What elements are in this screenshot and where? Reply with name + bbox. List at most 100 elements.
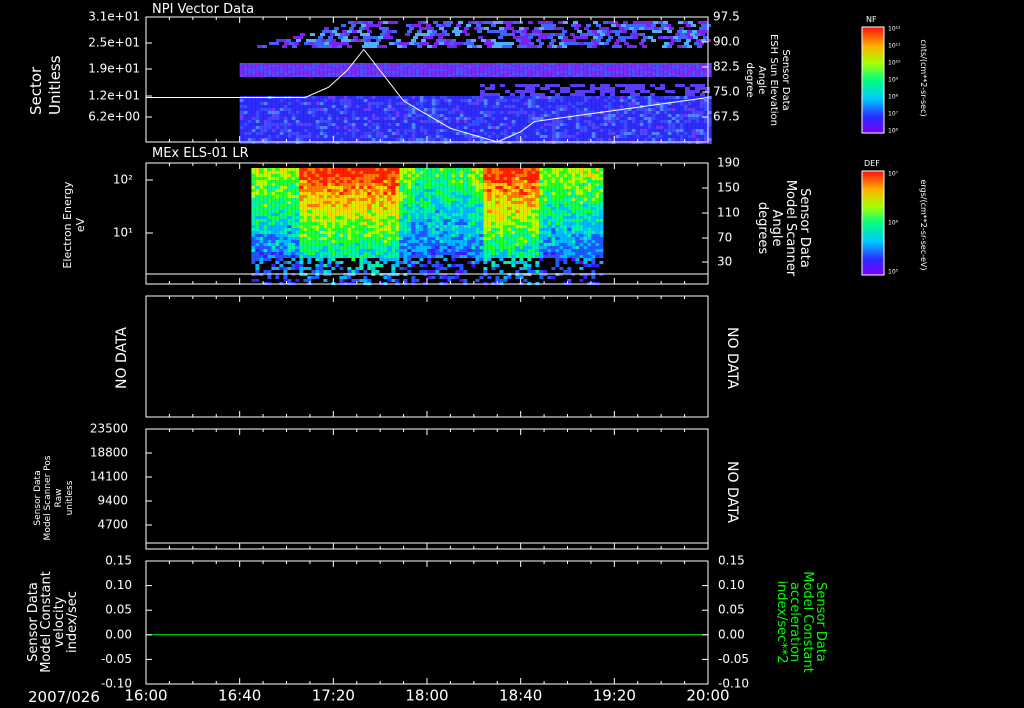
- npi-heat-cell: [563, 129, 568, 132]
- npi-heat-cell: [655, 135, 660, 138]
- els-heat-cell: [415, 222, 420, 225]
- npi-heat-cell: [367, 138, 372, 141]
- els-heat-cell: [423, 249, 428, 252]
- els-heat-cell: [275, 255, 280, 258]
- npi-heat-cell: [632, 45, 637, 48]
- npi-heat-cell: [419, 135, 424, 138]
- npi-heat-cell: [535, 75, 540, 77]
- els-heat-cell: [295, 279, 300, 282]
- npi-heat-cell: [503, 65, 508, 67]
- npi-heat-cell: [610, 90, 615, 93]
- els-heat-cell: [311, 240, 316, 243]
- npi-heat-cell: [607, 67, 612, 69]
- els-heat-cell: [379, 264, 384, 267]
- npi-heat-cell: [387, 99, 392, 102]
- npi-heat-cell: [679, 71, 684, 73]
- npi-heat-cell: [675, 65, 680, 67]
- npi-heat-cell: [679, 123, 684, 126]
- els-heat-cell: [423, 171, 428, 174]
- els-heat-cell: [323, 231, 328, 234]
- npi-heat-cell: [675, 126, 680, 129]
- npi-heat-cell: [571, 138, 576, 141]
- npi-heat-cell: [497, 30, 502, 33]
- npi-heat-cell: [447, 138, 452, 141]
- els-heat-cell: [379, 225, 384, 228]
- npi-heat-cell: [483, 69, 488, 71]
- npi-heat-cell: [635, 108, 640, 111]
- npi-heat-cell: [339, 99, 344, 102]
- npi-heat-cell: [663, 114, 668, 117]
- npi-colorbar-tick-label: 10¹¹: [888, 43, 901, 50]
- npi-heat-cell: [382, 30, 387, 33]
- npi-heat-cell: [675, 84, 680, 87]
- els-heat-cell: [271, 240, 276, 243]
- npi-heat-cell: [367, 65, 372, 67]
- npi-left-tick-label: 3.1e+01: [88, 10, 140, 24]
- npi-heat-cell: [307, 67, 312, 69]
- els-heat-cell: [311, 198, 316, 201]
- els-heat-cell: [255, 171, 260, 174]
- npi-heat-cell: [507, 65, 512, 67]
- npi-heat-cell: [331, 69, 336, 71]
- npi-heat-cell: [436, 39, 441, 42]
- els-heat-cell: [275, 192, 280, 195]
- els-heat-cell: [275, 186, 280, 189]
- els-heat-cell: [303, 210, 308, 213]
- els-heat-cell: [311, 204, 316, 207]
- npi-heat-cell: [287, 129, 292, 132]
- npi-heat-cell: [343, 123, 348, 126]
- npi-heat-cell: [603, 75, 608, 77]
- npi-heat-cell: [247, 123, 252, 126]
- npi-heat-cell: [407, 30, 412, 33]
- npi-heat-cell: [695, 138, 700, 141]
- npi-heat-cell: [683, 75, 688, 77]
- npi-heat-cell: [579, 71, 584, 73]
- npi-heat-cell: [403, 96, 408, 99]
- npi-heat-cell: [647, 108, 652, 111]
- npi-heat-cell: [455, 73, 460, 75]
- npi-heat-cell: [363, 63, 368, 65]
- npi-heat-cell: [387, 63, 392, 65]
- els-heat-cell: [395, 264, 400, 267]
- els-heat-cell: [299, 231, 304, 234]
- npi-heat-cell: [283, 126, 288, 129]
- npi-heat-cell: [303, 67, 308, 69]
- npi-heat-cell: [627, 71, 632, 73]
- els-heat-cell: [259, 204, 264, 207]
- npi-heat-cell: [643, 123, 648, 126]
- npi-heat-cell: [407, 69, 412, 71]
- npi-heat-cell: [247, 126, 252, 129]
- npi-heat-cell: [627, 75, 632, 77]
- els-heat-cell: [267, 213, 272, 216]
- npi-heat-cell: [639, 96, 644, 99]
- els-heat-cell: [347, 237, 352, 240]
- els-heat-cell: [251, 261, 256, 264]
- npi-heat-cell: [255, 69, 260, 71]
- npi-heat-cell: [626, 24, 631, 27]
- npi-heat-cell: [271, 123, 276, 126]
- npi-heat-cell: [491, 63, 496, 65]
- els-heat-cell: [355, 243, 360, 246]
- npi-heat-cell: [399, 129, 404, 132]
- npi-heat-cell: [351, 117, 356, 120]
- els-heat-cell: [439, 210, 444, 213]
- els-heat-cell: [407, 264, 412, 267]
- npi-heat-cell: [455, 105, 460, 108]
- npi-heat-cell: [391, 65, 396, 67]
- els-heat-cell: [323, 219, 328, 222]
- npi-heat-cell: [355, 117, 360, 120]
- npi-heat-cell: [443, 67, 448, 69]
- npi-heat-cell: [575, 90, 580, 93]
- els-heat-cell: [295, 189, 300, 192]
- npi-heat-cell: [255, 67, 260, 69]
- npi-heat-cell: [537, 30, 542, 33]
- npi-heat-cell: [283, 135, 288, 138]
- npi-heat-cell: [347, 120, 352, 123]
- npi-heat-cell: [551, 67, 556, 69]
- npi-heat-cell: [595, 99, 600, 102]
- els-heat-cell: [427, 195, 432, 198]
- npi-heat-cell: [591, 71, 596, 73]
- els-heat-cell: [327, 204, 332, 207]
- els-heat-cell: [251, 243, 256, 246]
- els-heat-cell: [395, 261, 400, 264]
